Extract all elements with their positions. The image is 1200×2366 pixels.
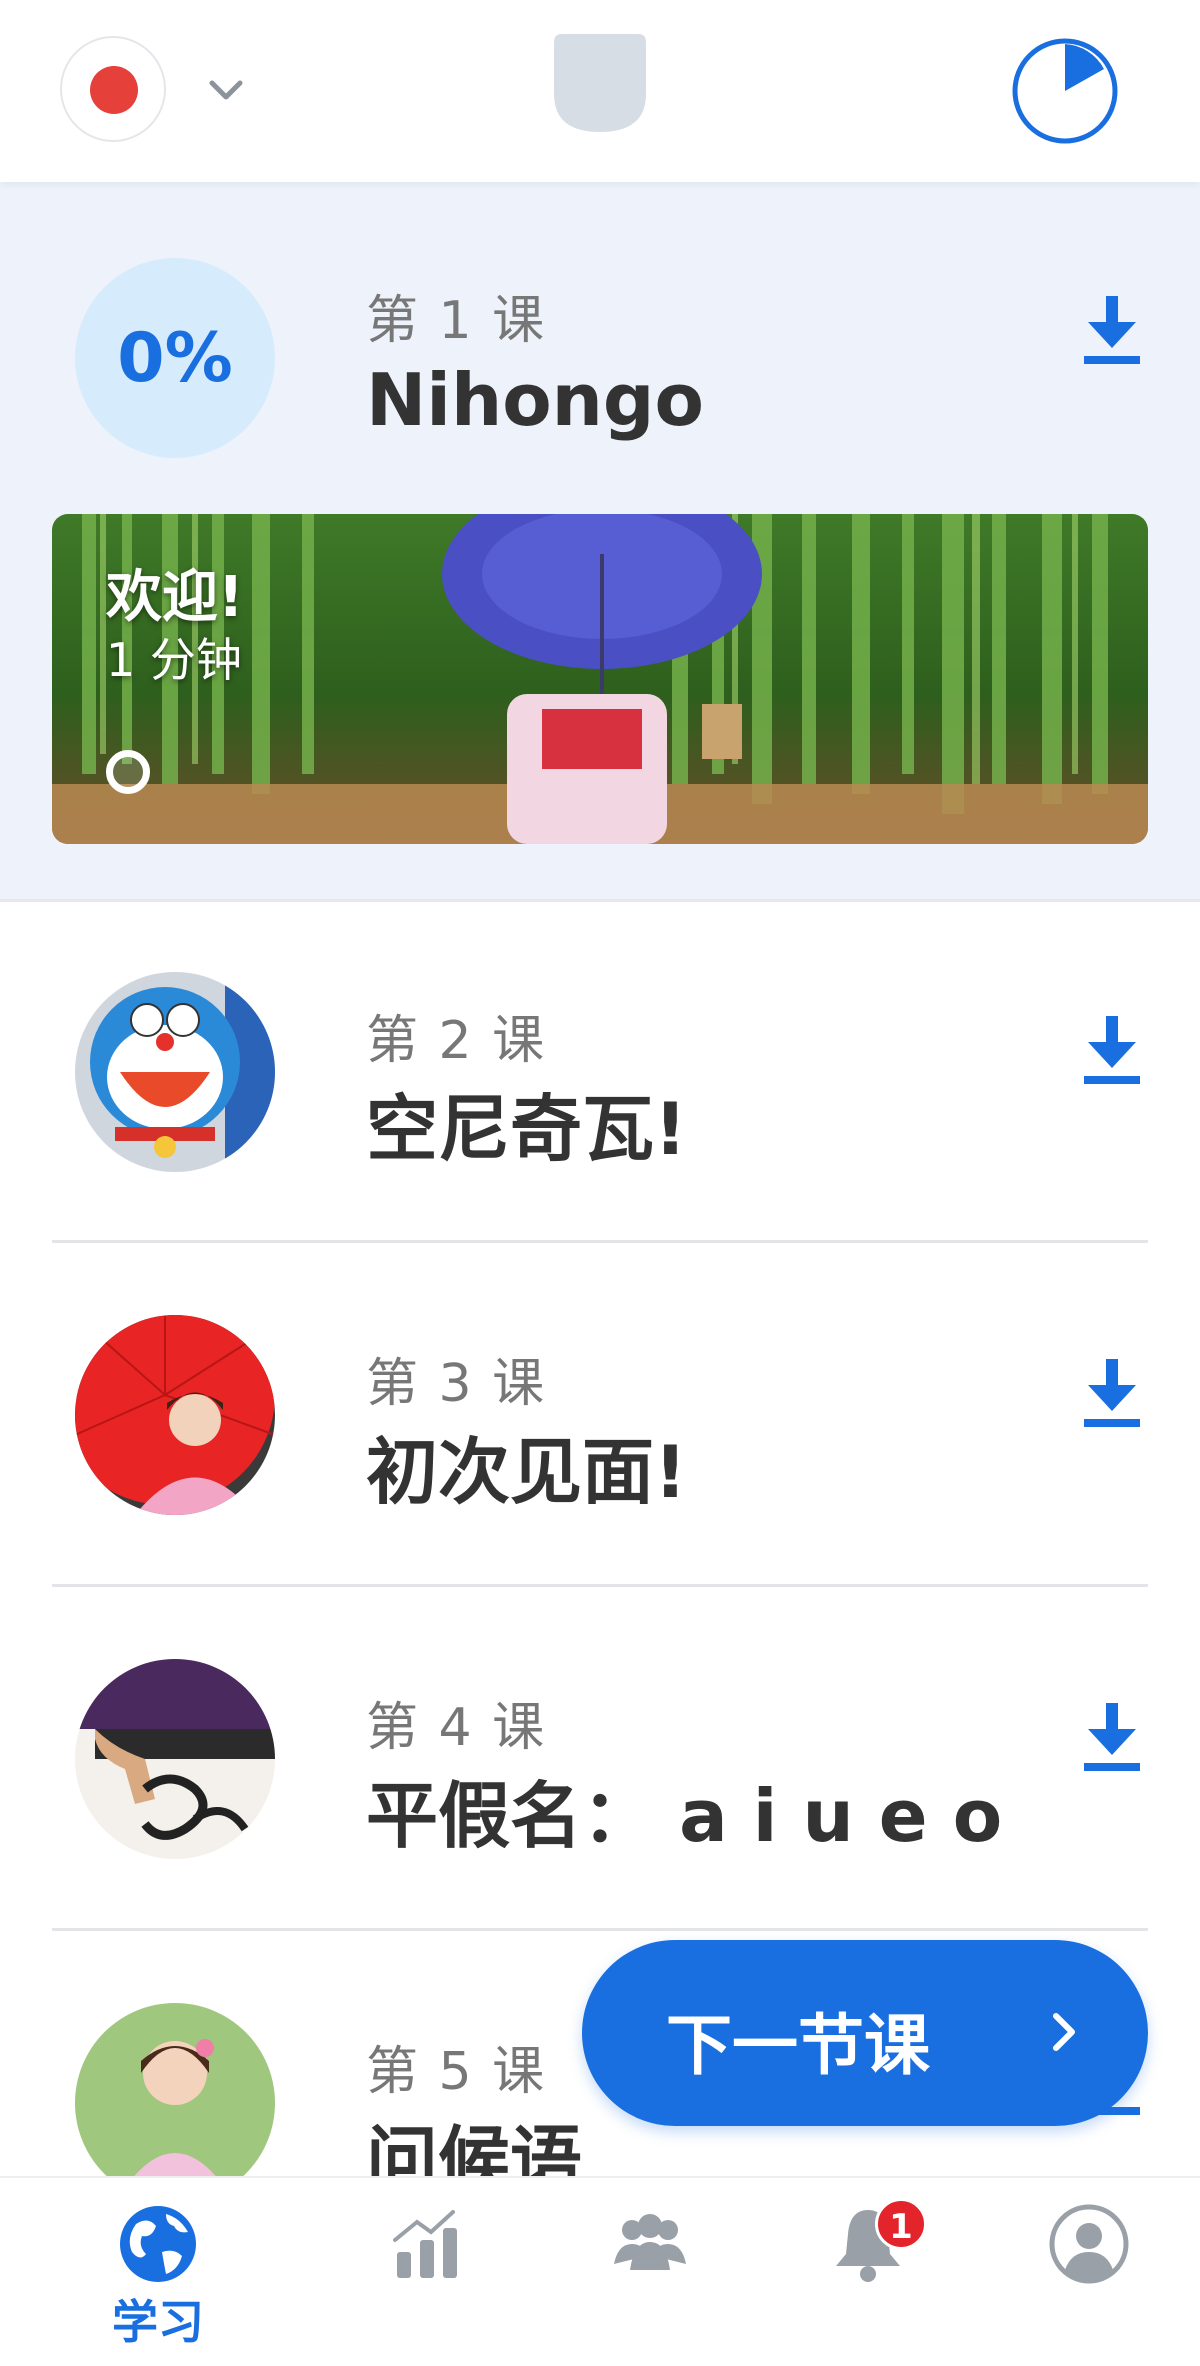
chevron-down-icon[interactable] (206, 70, 246, 110)
lesson-title: 平假名： a i u e o (366, 1774, 1003, 1858)
top-bar (0, 0, 1200, 182)
play-indicator-icon[interactable] (106, 750, 150, 794)
language-flag-button[interactable] (60, 36, 166, 142)
row-divider (52, 1240, 1148, 1243)
chevron-right-icon (1053, 2013, 1075, 2051)
progress-label: 0% (117, 318, 233, 398)
lesson-progress-circle: 0% (75, 258, 275, 458)
row-divider (52, 1928, 1148, 1931)
next-lesson-label: 下一节课 (666, 2007, 930, 2084)
profile-icon (1049, 2204, 1129, 2284)
nav-learn[interactable]: 学习 (83, 2204, 233, 2354)
row-divider (52, 1584, 1148, 1587)
nav-learn-label: 学习 (112, 2295, 204, 2349)
download-icon[interactable] (1082, 1357, 1142, 1429)
shield-icon[interactable] (548, 34, 652, 138)
lesson-2-row[interactable]: 第 2 课 空尼奇瓦! (0, 902, 1200, 1244)
notification-badge: 1 (875, 2198, 927, 2250)
lesson-title: 空尼奇瓦! (366, 1087, 687, 1171)
nav-profile[interactable] (1014, 2204, 1164, 2354)
lesson-number: 第 5 课 (366, 2042, 547, 2102)
stats-icon (393, 2210, 457, 2278)
banner-title: 欢迎! (106, 565, 244, 630)
download-icon[interactable] (1082, 294, 1142, 366)
lesson-1-card[interactable]: 0% 第 1 课 Nihongo 欢迎! 1 分钟 (0, 182, 1200, 902)
lesson-3-row[interactable]: 第 3 课 初次见面! (0, 1245, 1200, 1587)
lesson-5-thumbnail (75, 2003, 275, 2203)
lesson-title: 初次见面! (366, 1430, 687, 1514)
lesson-4-thumbnail (75, 1659, 275, 1859)
lesson-number: 第 2 课 (366, 1011, 547, 1071)
nav-community[interactable] (575, 2204, 725, 2354)
pie-timer-icon[interactable] (1010, 36, 1120, 146)
next-lesson-button[interactable]: 下一节课 (582, 1940, 1148, 2126)
lesson-number: 第 1 课 (366, 291, 547, 351)
download-icon[interactable] (1082, 1701, 1142, 1773)
globe-icon (120, 2206, 196, 2282)
lesson-2-thumbnail (75, 972, 275, 1172)
lesson-4-row[interactable]: 第 4 课 平假名： a i u e o (0, 1589, 1200, 1931)
community-icon (614, 2214, 686, 2270)
lesson-title: Nihongo (366, 358, 704, 442)
nav-stats[interactable] (352, 2204, 502, 2354)
nav-notifications[interactable]: 1 (793, 2198, 943, 2354)
download-icon[interactable] (1082, 1014, 1142, 1086)
bottom-navigation: 学习 1 (0, 2176, 1200, 2366)
lesson-number: 第 3 课 (366, 1354, 547, 1414)
lesson-number: 第 4 课 (366, 1698, 547, 1758)
banner-duration: 1 分钟 (106, 633, 242, 687)
japan-flag-icon (90, 66, 138, 114)
welcome-video-banner[interactable]: 欢迎! 1 分钟 (52, 514, 1148, 844)
lesson-3-thumbnail (75, 1315, 275, 1515)
